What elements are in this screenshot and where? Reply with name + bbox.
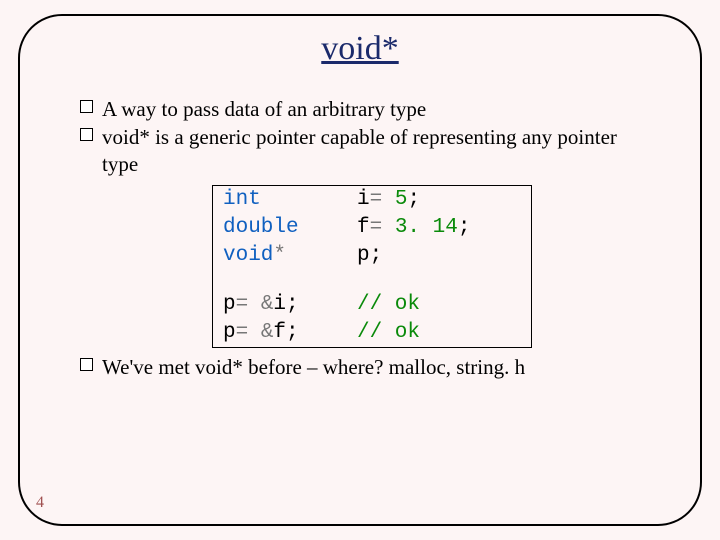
code-cell: f= 3. 14; [353, 214, 531, 242]
code-row: p= &f; // ok [213, 319, 531, 347]
code-cell: // ok [353, 319, 531, 347]
code-row-gap [213, 271, 531, 291]
code-comment: // ok [357, 293, 420, 316]
code-cell: p= &f; [213, 319, 353, 347]
code-row: void* p; [213, 242, 531, 270]
code-text: f [357, 216, 370, 239]
slide-title: void* [28, 30, 692, 68]
code-keyword: double [223, 216, 299, 239]
code-text: ; [407, 188, 420, 211]
code-text: i [357, 188, 370, 211]
code-row: int i= 5; [213, 186, 531, 214]
code-op: = & [236, 321, 274, 344]
code-text: p; [357, 244, 382, 267]
code-cell: p= &i; [213, 291, 353, 319]
code-cell: double [213, 214, 353, 242]
code-text: p [223, 293, 236, 316]
code-cell: i= 5; [353, 186, 531, 214]
bullet-item: void* is a generic pointer capable of re… [80, 124, 640, 177]
code-op: * [273, 244, 286, 267]
slide-content: A way to pass data of an arbitrary type … [28, 96, 692, 380]
code-keyword: int [223, 188, 261, 211]
bullet-item: A way to pass data of an arbitrary type [80, 96, 640, 122]
code-op: = & [236, 293, 274, 316]
code-cell: int [213, 186, 353, 214]
code-block: int i= 5; double f= 3. 14; void* p; p= &… [212, 185, 532, 348]
code-number: 5 [395, 188, 408, 211]
code-keyword: void [223, 244, 273, 267]
code-number: 3. 14 [395, 216, 458, 239]
code-cell: p; [353, 242, 531, 270]
code-text: i; [273, 293, 298, 316]
code-row: p= &i; // ok [213, 291, 531, 319]
page-number: 4 [36, 494, 44, 512]
code-cell: // ok [353, 291, 531, 319]
code-cell: void* [213, 242, 353, 270]
code-comment: // ok [357, 321, 420, 344]
code-text: ; [458, 216, 471, 239]
code-text: f; [273, 321, 298, 344]
code-text: p [223, 321, 236, 344]
bullet-item: We've met void* before – where? malloc, … [80, 354, 640, 380]
bullet-text: void* is a generic pointer capable of re… [102, 125, 617, 175]
bullet-text: A way to pass data of an arbitrary type [102, 97, 426, 121]
slide: void* A way to pass data of an arbitrary… [0, 0, 720, 540]
code-row: double f= 3. 14; [213, 214, 531, 242]
code-op: = [370, 216, 395, 239]
code-op: = [370, 188, 395, 211]
bullet-text: We've met void* before – where? malloc, … [102, 355, 525, 379]
